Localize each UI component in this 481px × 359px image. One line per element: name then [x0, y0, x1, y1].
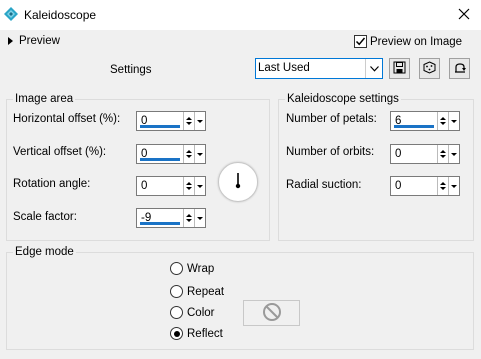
- wrap-label: Wrap: [187, 262, 215, 275]
- spin-up-down-buttons[interactable]: [184, 177, 195, 195]
- title-bar: Kaleidoscope: [0, 0, 481, 30]
- dropdown-arrow-icon[interactable]: [195, 145, 205, 163]
- edge-color-swatch[interactable]: [243, 300, 300, 326]
- vertical-offset-label: Vertical offset (%):: [13, 146, 107, 158]
- edge-mode-color-option[interactable]: Color: [170, 306, 214, 319]
- radial-suction-value: 0: [395, 180, 402, 192]
- rotation-angle-label: Rotation angle:: [13, 178, 91, 190]
- save-preset-icon: [393, 61, 406, 77]
- expand-triangle-icon: [8, 37, 13, 45]
- dropdown-arrow-icon[interactable]: [195, 112, 205, 130]
- dial-needle-icon: [235, 173, 241, 189]
- randomize-icon: [423, 60, 436, 77]
- radio-button[interactable]: [170, 306, 183, 319]
- radial-suction-label: Radial suction:: [286, 179, 362, 191]
- scale-factor-input[interactable]: -9: [136, 208, 206, 228]
- rotation-angle-value: 0: [141, 180, 148, 192]
- repeat-label: Repeat: [187, 285, 225, 298]
- spin-up-down-buttons[interactable]: [184, 209, 195, 227]
- kaleidoscope-settings-title: Kaleidoscope settings: [285, 93, 401, 105]
- horizontal-offset-label: Horizontal offset (%):: [13, 113, 121, 125]
- kaleidoscope-app-icon: [3, 6, 19, 22]
- radio-button[interactable]: [170, 285, 183, 298]
- preview-on-image-label: Preview on Image: [370, 35, 463, 48]
- value-bar: [140, 222, 180, 225]
- value-bar: [140, 158, 180, 161]
- edge-mode-repeat-option[interactable]: Repeat: [170, 285, 224, 298]
- number-of-petals-input[interactable]: 6: [390, 111, 460, 131]
- spin-up-down-buttons[interactable]: [184, 145, 195, 163]
- checkmark-icon: [355, 37, 366, 46]
- preset-dropdown[interactable]: Last Used: [255, 58, 383, 79]
- preview-toggle[interactable]: Preview: [8, 35, 60, 47]
- spin-up-down-buttons[interactable]: [438, 112, 449, 130]
- horizontal-offset-input[interactable]: 0: [136, 111, 206, 131]
- randomize-button[interactable]: [419, 58, 440, 79]
- vertical-offset-input[interactable]: 0: [136, 144, 206, 164]
- spin-up-down-buttons[interactable]: [438, 145, 449, 163]
- image-area-title: Image area: [13, 93, 76, 105]
- value-bar: [140, 125, 180, 128]
- number-of-orbits-input[interactable]: 0: [390, 144, 460, 164]
- edge-mode-wrap-option[interactable]: Wrap: [170, 262, 214, 275]
- scale-factor-label: Scale factor:: [13, 211, 77, 223]
- dropdown-arrow-icon[interactable]: [195, 209, 205, 227]
- preview-label: Preview: [19, 35, 60, 47]
- edge-mode-group: Edge mode: [6, 246, 474, 350]
- edge-mode-reflect-option[interactable]: Reflect: [170, 327, 223, 340]
- save-preset-button[interactable]: [389, 58, 410, 79]
- disabled-icon: [262, 302, 282, 325]
- rotation-angle-dial[interactable]: [218, 162, 258, 202]
- window-title: Kaleidoscope: [24, 8, 97, 22]
- reset-icon: [453, 61, 467, 77]
- edge-mode-title: Edge mode: [13, 246, 76, 258]
- color-label: Color: [187, 306, 215, 319]
- number-of-orbits-value: 0: [395, 148, 402, 160]
- number-of-orbits-label: Number of orbits:: [286, 146, 375, 158]
- preset-value: Last Used: [258, 62, 310, 74]
- close-icon: [458, 8, 470, 23]
- rotation-angle-input[interactable]: 0: [136, 176, 206, 196]
- number-of-petals-label: Number of petals:: [286, 113, 377, 125]
- checkbox-box[interactable]: [354, 35, 367, 48]
- value-bar: [394, 125, 434, 128]
- dropdown-arrow-icon[interactable]: [449, 177, 459, 195]
- dropdown-arrow-icon[interactable]: [195, 177, 205, 195]
- spin-up-down-buttons[interactable]: [184, 112, 195, 130]
- dropdown-arrow-icon[interactable]: [449, 145, 459, 163]
- close-button[interactable]: [447, 0, 481, 30]
- preview-on-image-checkbox[interactable]: Preview on Image: [354, 35, 462, 48]
- settings-label: Settings: [110, 64, 152, 76]
- chevron-down-icon[interactable]: [365, 59, 382, 78]
- radio-button[interactable]: [170, 262, 183, 275]
- reflect-label: Reflect: [187, 327, 223, 340]
- radio-button-selected[interactable]: [170, 327, 183, 340]
- dropdown-arrow-icon[interactable]: [449, 112, 459, 130]
- spin-up-down-buttons[interactable]: [438, 177, 449, 195]
- reset-button[interactable]: [449, 58, 470, 79]
- radial-suction-input[interactable]: 0: [390, 176, 460, 196]
